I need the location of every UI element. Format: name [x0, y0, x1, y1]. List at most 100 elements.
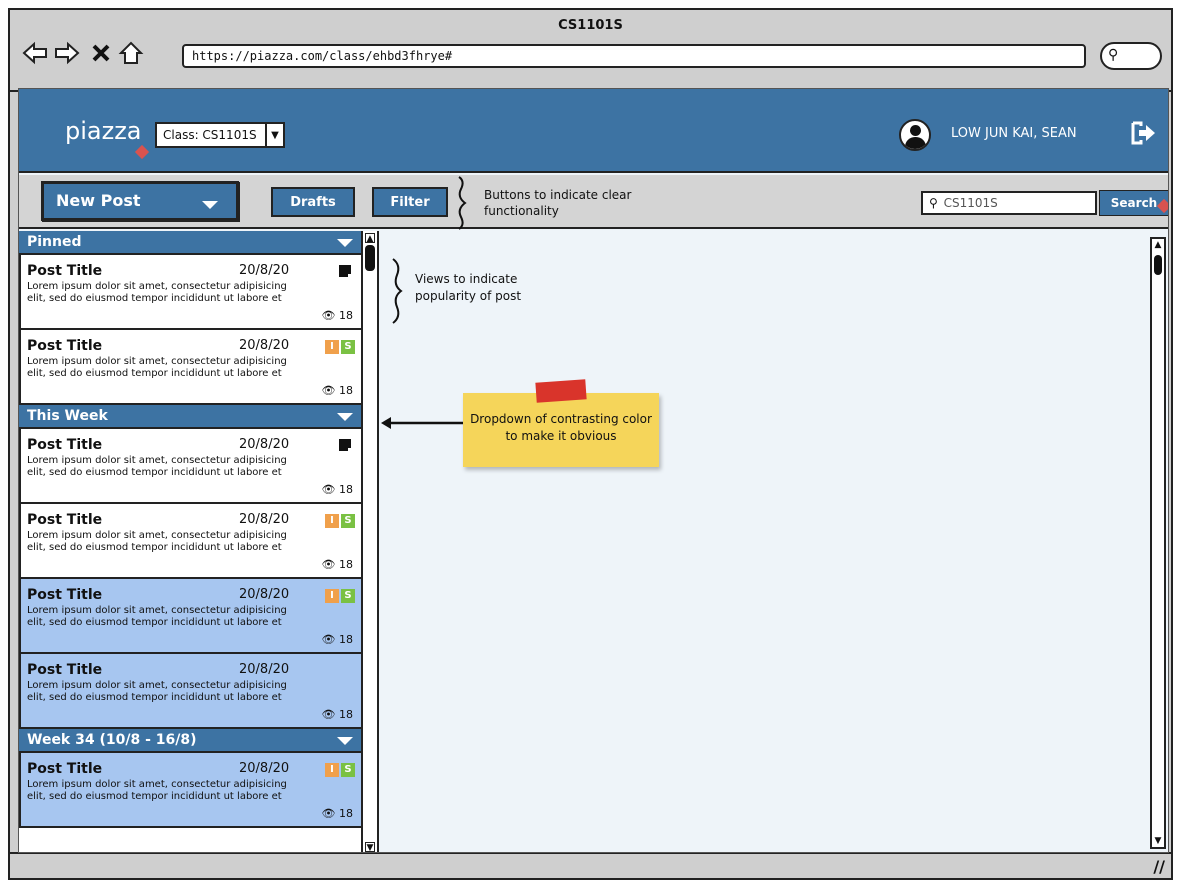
- list-item[interactable]: Post Title 20/8/20 Lorem ipsum dolor sit…: [19, 579, 361, 654]
- instructor-tag: I: [325, 514, 339, 528]
- stop-icon[interactable]: [88, 40, 114, 66]
- student-tag: S: [341, 514, 355, 528]
- post-title: Post Title: [27, 437, 103, 453]
- post-title: Post Title: [27, 263, 103, 279]
- post-title: Post Title: [27, 587, 103, 603]
- new-post-label: New Post: [56, 191, 141, 210]
- post-date: 20/8/20: [239, 662, 290, 677]
- scroll-down-icon[interactable]: ▼: [1153, 836, 1163, 846]
- arrow-left-icon: [381, 417, 465, 429]
- view-count-value: 18: [339, 633, 353, 646]
- views-annotation: Views to indicate popularity of post: [415, 272, 522, 303]
- section-week-34[interactable]: Week 34 (10/8 - 16/8): [19, 729, 361, 753]
- back-icon[interactable]: [22, 40, 48, 66]
- post-date: 20/8/20: [239, 512, 290, 527]
- user-icon-body: [905, 137, 926, 149]
- view-count-value: 18: [339, 483, 353, 496]
- post-title: Post Title: [27, 761, 103, 777]
- instructor-tag: I: [325, 589, 339, 603]
- eye-icon: 👁: [321, 633, 336, 646]
- view-count-value: 18: [339, 309, 353, 322]
- post-snippet: Lorem ipsum dolor sit amet, consectetur …: [27, 605, 287, 628]
- list-item[interactable]: Post Title 20/8/20 Lorem ipsum dolor sit…: [19, 753, 361, 828]
- post-snippet: Lorem ipsum dolor sit amet, consectetur …: [27, 281, 287, 304]
- scroll-up-icon[interactable]: ▲: [365, 233, 375, 244]
- post-title: Post Title: [27, 512, 103, 528]
- view-count: 👁 18: [322, 309, 353, 322]
- eye-icon: 👁: [321, 708, 336, 721]
- post-tags: I S: [325, 589, 355, 603]
- scroll-thumb[interactable]: [365, 245, 375, 271]
- student-tag: S: [341, 763, 355, 777]
- post-title: Post Title: [27, 662, 103, 678]
- new-post-button[interactable]: New Post: [41, 181, 239, 221]
- section-label: This Week: [27, 408, 108, 424]
- content-scrollbar[interactable]: ▲ ▼: [1150, 237, 1166, 849]
- post-snippet: Lorem ipsum dolor sit amet, consectetur …: [27, 680, 287, 703]
- scroll-up-icon[interactable]: ▲: [1153, 240, 1163, 250]
- post-date: 20/8/20: [239, 338, 290, 353]
- url-bar[interactable]: https://piazza.com/class/ehbd3fhrye#: [182, 44, 1086, 68]
- chevron-down-icon[interactable]: [337, 239, 353, 247]
- forward-icon[interactable]: [54, 40, 80, 66]
- sticky-note: Dropdown of contrasting color to make it…: [463, 393, 659, 467]
- view-count: 👁 18: [322, 807, 353, 820]
- list-item[interactable]: Post Title 20/8/20 Lorem ipsum dolor sit…: [19, 255, 361, 330]
- view-count-value: 18: [339, 558, 353, 571]
- resize-grip-icon[interactable]: //: [1153, 857, 1165, 876]
- list-item[interactable]: Post Title 20/8/20 Lorem ipsum dolor sit…: [19, 504, 361, 579]
- list-item[interactable]: Post Title 20/8/20 Lorem ipsum dolor sit…: [19, 654, 361, 729]
- class-select[interactable]: Class: CS1101S ▼: [155, 122, 285, 148]
- chevron-down-icon[interactable]: [337, 737, 353, 745]
- post-title: Post Title: [27, 338, 103, 354]
- eye-icon: 👁: [321, 483, 336, 496]
- student-tag: S: [341, 340, 355, 354]
- view-count: 👁 18: [322, 384, 353, 397]
- post-list: Pinned Post Title 20/8/20 Lorem ipsum do…: [19, 231, 379, 852]
- home-icon[interactable]: [118, 40, 144, 66]
- list-item[interactable]: Post Title 20/8/20 Lorem ipsum dolor sit…: [19, 429, 361, 504]
- toolbar: New Post Drafts Filter Buttons to indica…: [19, 175, 1168, 230]
- post-date: 20/8/20: [239, 761, 290, 776]
- search-icon: ⚲: [1108, 47, 1119, 63]
- post-tags: I S: [325, 763, 355, 777]
- section-pinned[interactable]: Pinned: [19, 231, 361, 255]
- avatar[interactable]: [899, 119, 931, 151]
- student-tag: S: [341, 589, 355, 603]
- eye-icon: 👁: [321, 807, 336, 820]
- section-label: Week 34 (10/8 - 16/8): [27, 732, 197, 748]
- view-count: 👁 18: [322, 558, 353, 571]
- chevron-down-icon[interactable]: [337, 413, 353, 421]
- post-date: 20/8/20: [239, 437, 290, 452]
- pin-marker-icon: [134, 144, 150, 160]
- post-date: 20/8/20: [239, 587, 290, 602]
- logo[interactable]: piazza: [65, 117, 142, 145]
- post-snippet: Lorem ipsum dolor sit amet, consectetur …: [27, 530, 287, 553]
- post-snippet: Lorem ipsum dolor sit amet, consectetur …: [27, 356, 287, 379]
- user-icon-head: [910, 125, 921, 136]
- view-count-value: 18: [339, 708, 353, 721]
- note-icon: [339, 439, 352, 452]
- tape-icon: [535, 379, 587, 403]
- filter-button[interactable]: Filter: [372, 187, 448, 217]
- drafts-button[interactable]: Drafts: [271, 187, 355, 217]
- list-item[interactable]: Post Title 20/8/20 Lorem ipsum dolor sit…: [19, 330, 361, 405]
- browser-search[interactable]: ⚲: [1100, 42, 1162, 70]
- search-value: CS1101S: [943, 196, 998, 210]
- post-list-scrollbar[interactable]: ▲ ▼: [361, 231, 377, 852]
- instructor-tag: I: [325, 763, 339, 777]
- app-header: piazza Class: CS1101S ▼ LOW JUN KAI, SEA…: [19, 89, 1168, 173]
- scroll-down-icon[interactable]: ▼: [365, 842, 375, 852]
- instructor-tag: I: [325, 340, 339, 354]
- logout-icon[interactable]: [1131, 121, 1157, 145]
- class-select-value: Class: CS1101S: [163, 128, 257, 142]
- eye-icon: 👁: [321, 384, 336, 397]
- view-count: 👁 18: [322, 708, 353, 721]
- search-input[interactable]: ⚲ CS1101S: [921, 191, 1097, 215]
- eye-icon: 👁: [321, 309, 336, 322]
- post-tags: I S: [325, 514, 355, 528]
- piazza-app: piazza Class: CS1101S ▼ LOW JUN KAI, SEA…: [18, 88, 1169, 853]
- user-name[interactable]: LOW JUN KAI, SEAN: [951, 126, 1077, 141]
- section-this-week[interactable]: This Week: [19, 405, 361, 429]
- scroll-thumb[interactable]: [1154, 255, 1162, 275]
